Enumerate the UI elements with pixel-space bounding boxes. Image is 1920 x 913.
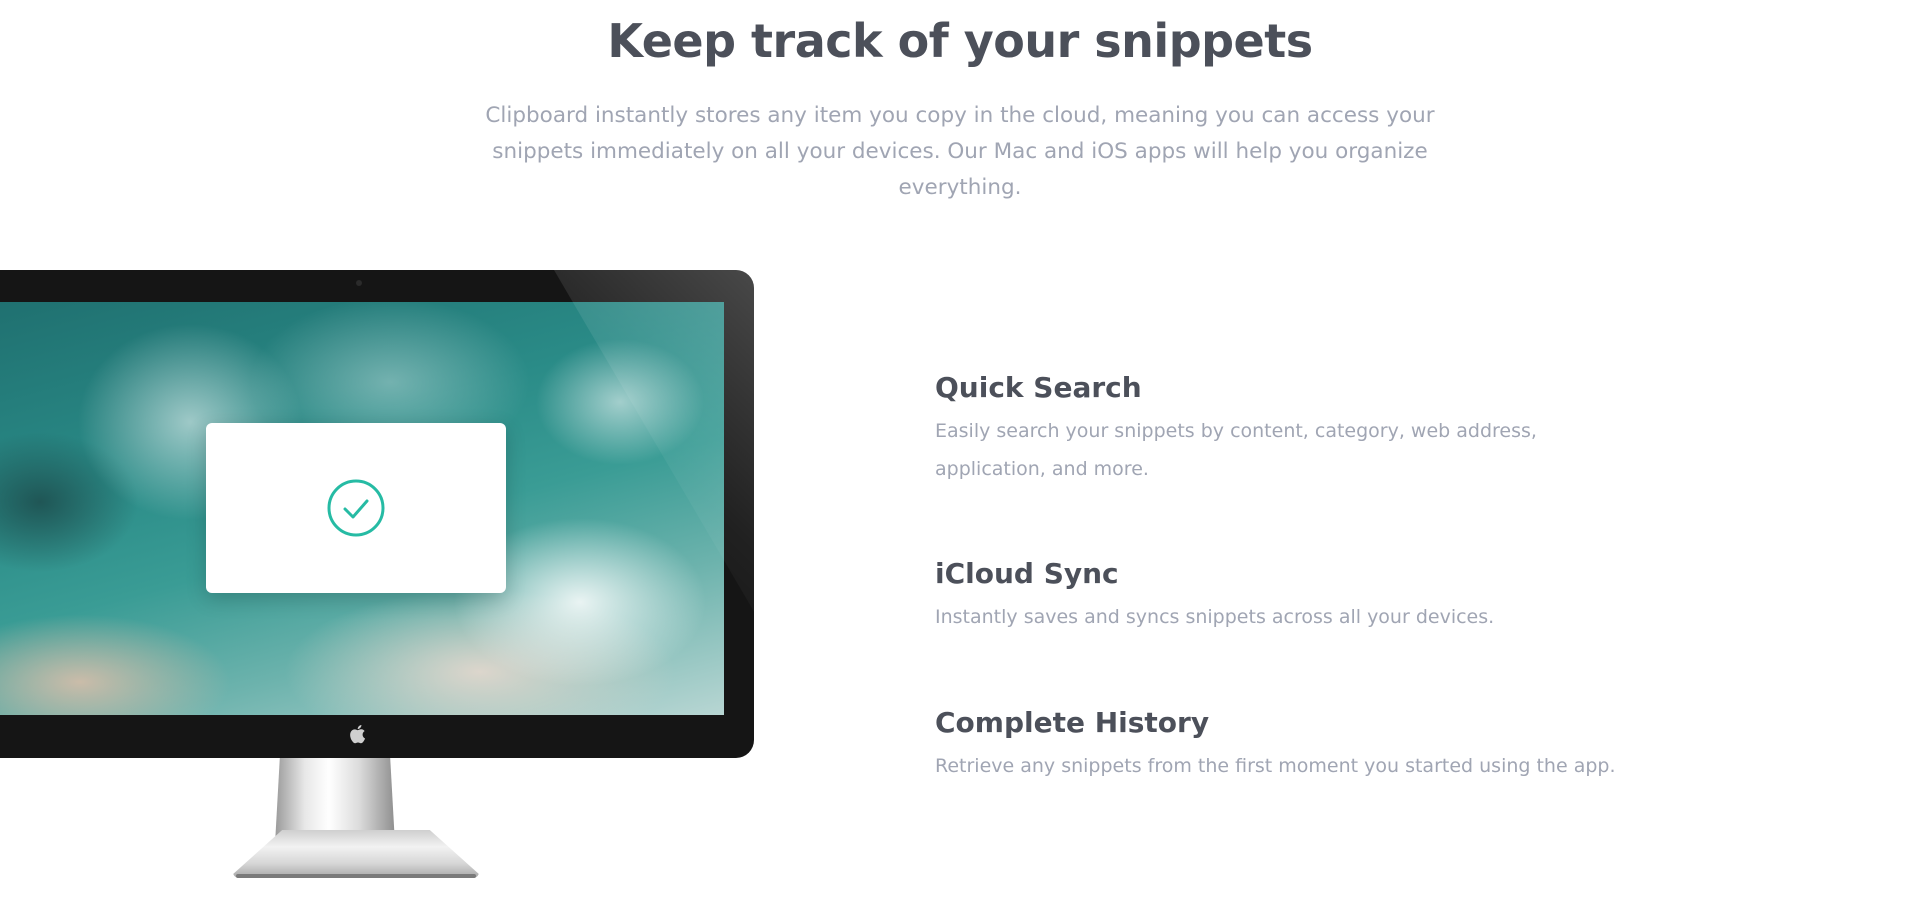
camera-icon xyxy=(356,280,362,286)
section-subtitle: Clipboard instantly stores any item you … xyxy=(485,103,1435,200)
snippets-section: Keep track of your snippets Clipboard in… xyxy=(0,0,1920,913)
success-dialog xyxy=(206,423,506,593)
feature-description: Instantly saves and syncs snippets acros… xyxy=(935,606,1495,628)
feature-title: Quick Search xyxy=(935,371,1142,404)
section-title: Keep track of your snippets xyxy=(607,14,1313,68)
check-circle-icon xyxy=(327,479,385,537)
feature-quick-search: Quick Search Easily search your snippets… xyxy=(935,368,1575,488)
monitor-foot xyxy=(233,830,479,878)
monitor-foot-edge xyxy=(236,874,476,878)
feature-description: Easily search your snippets by content, … xyxy=(935,420,1537,480)
feature-title: Complete History xyxy=(935,706,1210,739)
monitor-frame xyxy=(0,270,754,758)
feature-complete-history: Complete History Retrieve any snippets f… xyxy=(935,703,1695,785)
apple-icon xyxy=(350,725,366,744)
feature-description: Retrieve any snippets from the first mom… xyxy=(935,755,1616,777)
feature-icloud-sync: iCloud Sync Instantly saves and syncs sn… xyxy=(935,554,1695,636)
feature-title: iCloud Sync xyxy=(935,557,1119,590)
